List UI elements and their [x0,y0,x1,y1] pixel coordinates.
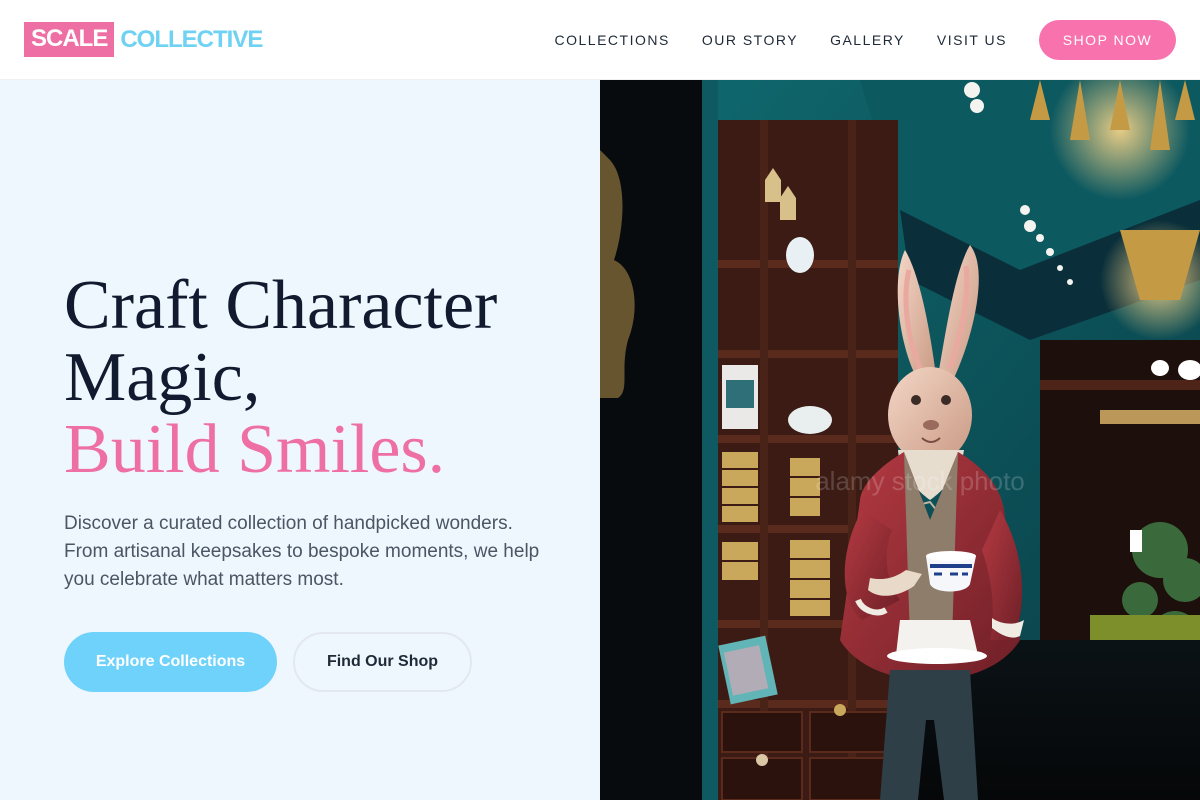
nav-link-collections[interactable]: COLLECTIONS [555,32,670,48]
find-our-shop-button[interactable]: Find Our Shop [293,632,472,692]
logo-primary-text: SCALE [24,22,115,57]
headline-line-1: Craft Character [64,267,498,344]
hero-headline: Craft Character Magic, Build Smiles. [64,270,584,486]
hero-text-panel: Craft Character Magic, Build Smiles. Dis… [0,80,600,800]
nav-link-visit-us[interactable]: VISIT US [937,32,1007,48]
image-watermark: alamy stock photo [815,466,1025,496]
nav-link-gallery[interactable]: GALLERY [830,32,905,48]
nav-menu: COLLECTIONS OUR STORY GALLERY VISIT US S… [555,19,1176,60]
explore-collections-button[interactable]: Explore Collections [64,632,277,692]
headline-line-3: Build Smiles. [64,411,446,488]
headline-line-2: Magic, [64,339,261,416]
logo-secondary-text: COLLECTIVE [120,25,263,53]
top-nav: SCALE COLLECTIVE COLLECTIONS OUR STORY G… [0,0,1200,80]
brand-logo[interactable]: SCALE COLLECTIVE [24,22,263,57]
shop-interior-illustration: alamy stock photo [600,80,1200,800]
nav-link-our-story[interactable]: OUR STORY [702,32,798,48]
shop-now-button[interactable]: SHOP NOW [1039,19,1176,60]
hero-description: Discover a curated collection of handpic… [64,513,540,590]
hero-image: alamy stock photo [600,80,1200,800]
